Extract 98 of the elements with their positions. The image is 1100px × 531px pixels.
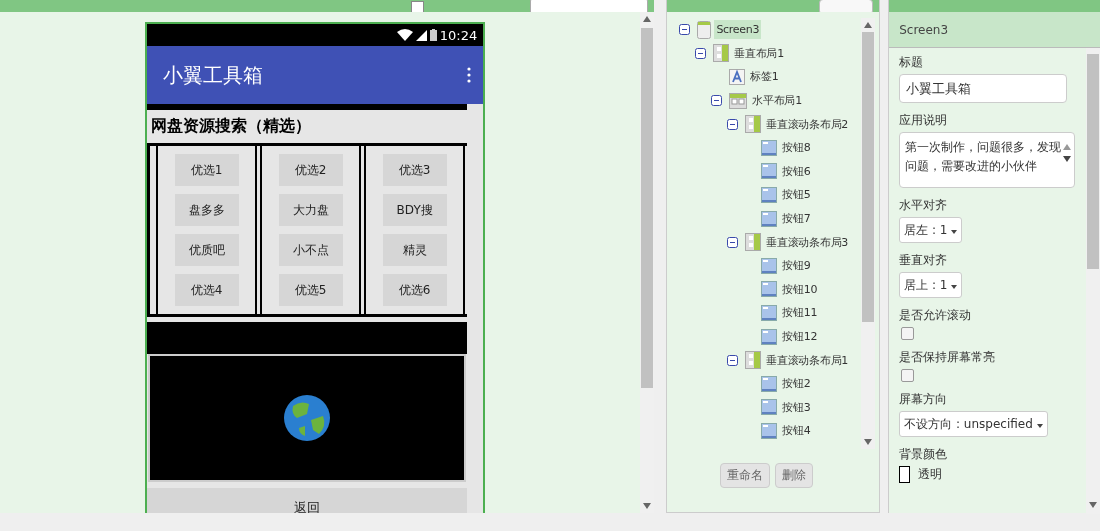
text-area[interactable]: 第一次制作，问题很多，发现问题，需要改进的小伙伴 — [899, 132, 1076, 188]
layout-icon — [745, 233, 762, 252]
collapse-icon[interactable] — [727, 354, 739, 366]
scroll-up-icon[interactable] — [643, 16, 652, 22]
app-button[interactable]: 优选4 — [174, 274, 239, 306]
tree-item[interactable]: 按钮11 — [780, 302, 820, 324]
app-button[interactable]: 小不点 — [278, 234, 343, 266]
app-button[interactable]: 盘多多 — [174, 194, 239, 226]
button-icon — [761, 375, 778, 392]
property-label: 应用说明 — [899, 111, 949, 129]
color-swatch[interactable] — [899, 466, 911, 483]
scroll-down-icon[interactable] — [643, 503, 652, 509]
scrollbar[interactable] — [640, 12, 655, 513]
app-button[interactable]: 优选5 — [278, 274, 343, 306]
battery-icon — [429, 29, 437, 41]
caret-icon — [1036, 424, 1043, 428]
tree-item[interactable]: Screen3 — [714, 20, 762, 40]
tree-item[interactable]: 按钮7 — [780, 208, 813, 230]
button-icon — [761, 328, 778, 345]
tree-item[interactable]: 按钮2 — [780, 373, 813, 395]
text-field[interactable]: 小翼工具箱 — [899, 74, 1068, 103]
action-button[interactable]: 删除 — [774, 463, 813, 488]
collapse-icon[interactable] — [695, 47, 707, 59]
layout-icon — [745, 115, 762, 134]
checkbox[interactable] — [901, 327, 915, 340]
app-title: 小翼工具箱 — [163, 61, 264, 89]
globe-icon — [283, 394, 332, 442]
caret-icon — [951, 285, 958, 289]
button-icon — [761, 422, 778, 439]
tree-item[interactable]: 水平布局1 — [750, 90, 804, 112]
app-button[interactable]: 优选6 — [382, 274, 447, 306]
app-button[interactable]: 优质吧 — [174, 234, 239, 266]
letter-icon — [729, 69, 746, 85]
checkbox[interactable] — [901, 369, 915, 382]
tree-item[interactable]: 垂直滚动条布局3 — [764, 231, 850, 253]
heading-label: 网盘资源搜索（精选） — [151, 116, 312, 137]
dropdown[interactable]: 不设方向 : unspecified — [899, 411, 1048, 437]
tree-item[interactable]: 按钮6 — [780, 160, 813, 182]
collapse-icon[interactable] — [727, 118, 739, 130]
button-icon — [761, 257, 778, 274]
tree-item[interactable]: 垂直滚动条布局2 — [764, 113, 850, 135]
scroll-down-icon[interactable] — [1063, 156, 1072, 162]
layout-icon — [713, 44, 730, 63]
property-label: 是否保持屏幕常亮 — [899, 348, 997, 366]
button-icon — [761, 163, 778, 180]
tree-item[interactable]: 按钮5 — [780, 184, 813, 206]
tree-item[interactable]: 垂直滚动条布局1 — [764, 349, 850, 371]
button-icon — [761, 281, 778, 298]
property-label: 垂直对齐 — [899, 251, 949, 269]
caret-icon — [951, 230, 958, 234]
collapse-icon[interactable] — [727, 236, 739, 248]
dropdown[interactable]: 居上 : 1 — [899, 272, 963, 298]
button-icon — [761, 139, 778, 156]
text-area-value: 第一次制作，问题很多，发现问题，需要改进的小伙伴 — [905, 139, 1062, 175]
property-label: 背景颜色 — [899, 445, 949, 463]
back-button[interactable]: 返回 — [147, 488, 468, 513]
dropdown[interactable]: 居左 : 1 — [899, 217, 963, 243]
tree-item[interactable]: 按钮8 — [780, 137, 813, 159]
tree-item[interactable]: 按钮9 — [780, 255, 813, 277]
tree-item[interactable]: 按钮12 — [780, 326, 820, 347]
property-label: 水平对齐 — [899, 196, 949, 214]
scroll-up-icon[interactable] — [1063, 144, 1072, 150]
color-value: 透明 — [918, 466, 943, 483]
tree-item[interactable]: 标签1 — [748, 66, 781, 88]
scroll-down-icon[interactable] — [1089, 502, 1097, 508]
signal-icon — [415, 29, 427, 41]
phone-icon — [697, 20, 712, 39]
collapse-icon[interactable] — [711, 95, 723, 107]
button-icon — [761, 186, 778, 203]
tree-item[interactable]: 垂直布局1 — [732, 42, 786, 64]
tree-item[interactable]: 按钮4 — [780, 420, 813, 442]
component-name: Screen3 — [899, 22, 949, 37]
app-button[interactable]: 优选2 — [278, 154, 343, 186]
scrollbar[interactable] — [861, 18, 876, 449]
button-icon — [761, 399, 778, 416]
tree-item[interactable]: 按钮3 — [780, 396, 813, 418]
button-icon — [761, 304, 778, 321]
property-label: 屏幕方向 — [899, 390, 949, 408]
button-icon — [761, 210, 778, 227]
app-button[interactable]: BDY搜 — [382, 194, 447, 226]
menu-icon[interactable] — [467, 67, 472, 83]
clock-time: 10:24 — [439, 27, 478, 43]
scroll-down-icon[interactable] — [864, 439, 873, 445]
app-button[interactable]: 精灵 — [382, 234, 447, 266]
property-label: 标题 — [899, 53, 925, 71]
layout-icon — [745, 351, 762, 370]
scroll-up-icon[interactable] — [864, 22, 873, 28]
wifi-icon — [396, 29, 413, 41]
tree-item[interactable]: 按钮10 — [780, 278, 820, 300]
app-button[interactable]: 优选3 — [382, 154, 447, 186]
collapse-icon[interactable] — [679, 24, 691, 36]
app-button[interactable]: 优选1 — [174, 154, 239, 186]
checkbox[interactable] — [411, 1, 425, 12]
scrollbar[interactable] — [1086, 48, 1100, 514]
app-button[interactable]: 大力盘 — [278, 194, 343, 226]
property-label: 是否允许滚动 — [899, 306, 973, 324]
action-button[interactable]: 重命名 — [719, 463, 770, 488]
layout-icon — [729, 92, 748, 109]
